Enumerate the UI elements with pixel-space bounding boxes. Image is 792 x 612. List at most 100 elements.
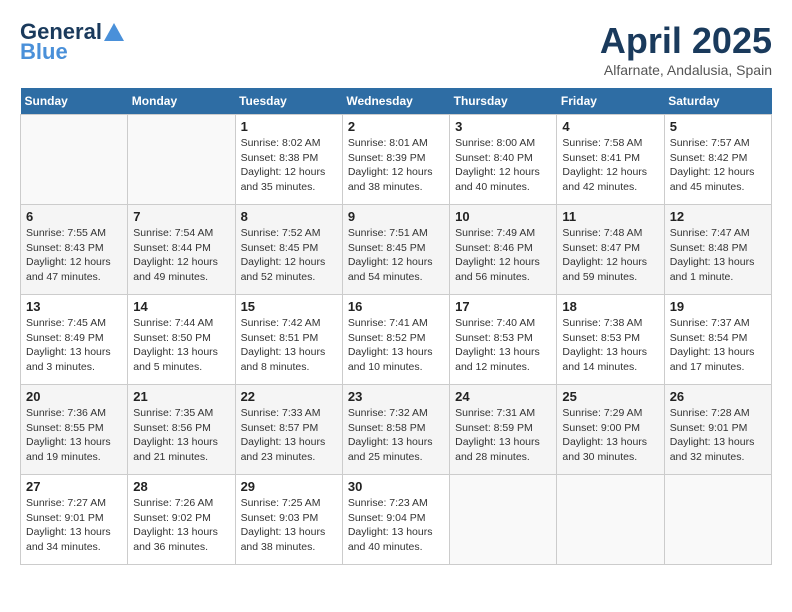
calendar-cell: 2 Sunrise: 8:01 AM Sunset: 8:39 PM Daylig… [342, 115, 449, 205]
calendar-title: April 2025 [600, 20, 772, 62]
header-row: Sunday Monday Tuesday Wednesday Thursday… [21, 88, 772, 115]
col-friday: Friday [557, 88, 664, 115]
calendar-cell: 25Sunrise: 7:29 AM Sunset: 9:00 PM Dayli… [557, 385, 664, 475]
day-number: 20 [26, 389, 122, 404]
calendar-cell: 1 Sunrise: 8:02 AM Sunset: 8:38 PM Daylig… [235, 115, 342, 205]
calendar-week-5: 27 Sunrise: 7:27 AM Sunset: 9:01 PM Dayli… [21, 475, 772, 565]
col-tuesday: Tuesday [235, 88, 342, 115]
calendar-cell: 15 Sunrise: 7:42 AM Sunset: 8:51 PM Dayli… [235, 295, 342, 385]
calendar-cell: 7 Sunrise: 7:54 AM Sunset: 8:44 PM Daylig… [128, 205, 235, 295]
calendar-subtitle: Alfarnate, Andalusia, Spain [600, 62, 772, 78]
calendar-cell [128, 115, 235, 205]
day-info: Sunrise: 7:49 AM Sunset: 8:46 PM Dayligh… [455, 226, 551, 285]
day-number: 13 [26, 299, 122, 314]
day-info: Sunrise: 7:41 AM Sunset: 8:52 PM Dayligh… [348, 316, 444, 375]
calendar-cell: 27 Sunrise: 7:27 AM Sunset: 9:01 PM Dayli… [21, 475, 128, 565]
calendar-cell: 21 Sunrise: 7:35 AM Sunset: 8:56 PM Dayli… [128, 385, 235, 475]
day-number: 27 [26, 479, 122, 494]
day-info: Sunrise: 7:26 AM Sunset: 9:02 PM Dayligh… [133, 496, 229, 555]
calendar-cell [21, 115, 128, 205]
day-number: 3 [455, 119, 551, 134]
day-info: Sunrise: 8:00 AM Sunset: 8:40 PM Dayligh… [455, 136, 551, 195]
day-number: 9 [348, 209, 444, 224]
day-number: 22 [241, 389, 337, 404]
calendar-cell: 11Sunrise: 7:48 AM Sunset: 8:47 PM Dayli… [557, 205, 664, 295]
day-number: 25 [562, 389, 658, 404]
logo-arrow-icon [104, 23, 124, 41]
day-info: Sunrise: 7:48 AM Sunset: 8:47 PM Dayligh… [562, 226, 658, 285]
day-number: 15 [241, 299, 337, 314]
day-info: Sunrise: 7:28 AM Sunset: 9:01 PM Dayligh… [670, 406, 766, 465]
day-info: Sunrise: 7:31 AM Sunset: 8:59 PM Dayligh… [455, 406, 551, 465]
calendar-cell: 10 Sunrise: 7:49 AM Sunset: 8:46 PM Dayli… [450, 205, 557, 295]
calendar-cell: 22 Sunrise: 7:33 AM Sunset: 8:57 PM Dayli… [235, 385, 342, 475]
day-number: 30 [348, 479, 444, 494]
day-info: Sunrise: 7:25 AM Sunset: 9:03 PM Dayligh… [241, 496, 337, 555]
day-number: 18 [562, 299, 658, 314]
calendar-cell: 8 Sunrise: 7:52 AM Sunset: 8:45 PM Daylig… [235, 205, 342, 295]
day-info: Sunrise: 8:01 AM Sunset: 8:39 PM Dayligh… [348, 136, 444, 195]
day-info: Sunrise: 7:51 AM Sunset: 8:45 PM Dayligh… [348, 226, 444, 285]
calendar-cell: 20 Sunrise: 7:36 AM Sunset: 8:55 PM Dayli… [21, 385, 128, 475]
calendar-cell: 26 Sunrise: 7:28 AM Sunset: 9:01 PM Dayli… [664, 385, 771, 475]
day-number: 8 [241, 209, 337, 224]
col-thursday: Thursday [450, 88, 557, 115]
calendar-week-3: 13 Sunrise: 7:45 AM Sunset: 8:49 PM Dayli… [21, 295, 772, 385]
calendar-cell: 28Sunrise: 7:26 AM Sunset: 9:02 PM Dayli… [128, 475, 235, 565]
calendar-cell: 9 Sunrise: 7:51 AM Sunset: 8:45 PM Daylig… [342, 205, 449, 295]
day-info: Sunrise: 7:27 AM Sunset: 9:01 PM Dayligh… [26, 496, 122, 555]
calendar-cell [450, 475, 557, 565]
day-info: Sunrise: 7:45 AM Sunset: 8:49 PM Dayligh… [26, 316, 122, 375]
day-number: 29 [241, 479, 337, 494]
col-monday: Monday [128, 88, 235, 115]
calendar-cell: 16 Sunrise: 7:41 AM Sunset: 8:52 PM Dayli… [342, 295, 449, 385]
col-wednesday: Wednesday [342, 88, 449, 115]
calendar-cell: 24 Sunrise: 7:31 AM Sunset: 8:59 PM Dayli… [450, 385, 557, 475]
calendar-cell: 5 Sunrise: 7:57 AM Sunset: 8:42 PM Daylig… [664, 115, 771, 205]
calendar-week-1: 1 Sunrise: 8:02 AM Sunset: 8:38 PM Daylig… [21, 115, 772, 205]
day-info: Sunrise: 7:35 AM Sunset: 8:56 PM Dayligh… [133, 406, 229, 465]
day-number: 1 [241, 119, 337, 134]
day-number: 24 [455, 389, 551, 404]
calendar-cell: 13 Sunrise: 7:45 AM Sunset: 8:49 PM Dayli… [21, 295, 128, 385]
calendar-cell: 30 Sunrise: 7:23 AM Sunset: 9:04 PM Dayli… [342, 475, 449, 565]
day-number: 19 [670, 299, 766, 314]
day-number: 12 [670, 209, 766, 224]
day-number: 26 [670, 389, 766, 404]
day-number: 16 [348, 299, 444, 314]
calendar-cell [664, 475, 771, 565]
calendar-table: Sunday Monday Tuesday Wednesday Thursday… [20, 88, 772, 565]
day-number: 21 [133, 389, 229, 404]
page-header: General Blue April 2025 Alfarnate, Andal… [20, 20, 772, 78]
calendar-cell: 19Sunrise: 7:37 AM Sunset: 8:54 PM Dayli… [664, 295, 771, 385]
calendar-cell: 14Sunrise: 7:44 AM Sunset: 8:50 PM Dayli… [128, 295, 235, 385]
day-number: 23 [348, 389, 444, 404]
day-info: Sunrise: 7:44 AM Sunset: 8:50 PM Dayligh… [133, 316, 229, 375]
day-number: 2 [348, 119, 444, 134]
calendar-cell [557, 475, 664, 565]
day-info: Sunrise: 7:54 AM Sunset: 8:44 PM Dayligh… [133, 226, 229, 285]
day-info: Sunrise: 7:33 AM Sunset: 8:57 PM Dayligh… [241, 406, 337, 465]
calendar-cell: 6Sunrise: 7:55 AM Sunset: 8:43 PM Daylig… [21, 205, 128, 295]
day-info: Sunrise: 7:52 AM Sunset: 8:45 PM Dayligh… [241, 226, 337, 285]
col-sunday: Sunday [21, 88, 128, 115]
day-info: Sunrise: 8:02 AM Sunset: 8:38 PM Dayligh… [241, 136, 337, 195]
day-number: 7 [133, 209, 229, 224]
day-info: Sunrise: 7:58 AM Sunset: 8:41 PM Dayligh… [562, 136, 658, 195]
calendar-cell: 18 Sunrise: 7:38 AM Sunset: 8:53 PM Dayli… [557, 295, 664, 385]
day-info: Sunrise: 7:23 AM Sunset: 9:04 PM Dayligh… [348, 496, 444, 555]
day-number: 5 [670, 119, 766, 134]
day-info: Sunrise: 7:57 AM Sunset: 8:42 PM Dayligh… [670, 136, 766, 195]
day-info: Sunrise: 7:47 AM Sunset: 8:48 PM Dayligh… [670, 226, 766, 285]
calendar-cell: 12 Sunrise: 7:47 AM Sunset: 8:48 PM Dayli… [664, 205, 771, 295]
day-info: Sunrise: 7:42 AM Sunset: 8:51 PM Dayligh… [241, 316, 337, 375]
calendar-cell: 17Sunrise: 7:40 AM Sunset: 8:53 PM Dayli… [450, 295, 557, 385]
day-number: 6 [26, 209, 122, 224]
calendar-cell: 23Sunrise: 7:32 AM Sunset: 8:58 PM Dayli… [342, 385, 449, 475]
calendar-week-4: 20 Sunrise: 7:36 AM Sunset: 8:55 PM Dayli… [21, 385, 772, 475]
day-info: Sunrise: 7:38 AM Sunset: 8:53 PM Dayligh… [562, 316, 658, 375]
calendar-week-2: 6Sunrise: 7:55 AM Sunset: 8:43 PM Daylig… [21, 205, 772, 295]
day-number: 10 [455, 209, 551, 224]
day-info: Sunrise: 7:36 AM Sunset: 8:55 PM Dayligh… [26, 406, 122, 465]
logo-text-line2: Blue [20, 40, 68, 64]
